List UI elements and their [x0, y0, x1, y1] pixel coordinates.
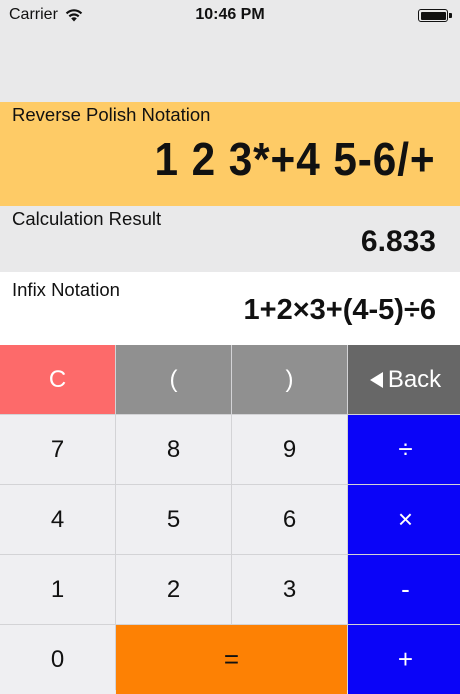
multiply-button[interactable]: × — [348, 485, 460, 554]
digit-5-button[interactable]: 5 — [116, 485, 231, 554]
digit-1-button[interactable]: 1 — [0, 555, 115, 624]
digit-8-button[interactable]: 8 — [116, 415, 231, 484]
rpn-panel: Reverse Polish Notation 1 2 3*+4 5-6/+ — [0, 102, 460, 206]
clear-button[interactable]: C — [0, 345, 115, 414]
minus-button[interactable]: - — [348, 555, 460, 624]
rpn-label: Reverse Polish Notation — [12, 104, 211, 125]
infix-label: Infix Notation — [12, 279, 120, 300]
header-spacer — [0, 32, 460, 102]
digit-4-button[interactable]: 4 — [0, 485, 115, 554]
digit-0-button[interactable]: 0 — [0, 625, 115, 694]
digit-9-button[interactable]: 9 — [232, 415, 347, 484]
status-bar: Carrier 10:46 PM — [0, 0, 460, 32]
digit-3-button[interactable]: 3 — [232, 555, 347, 624]
plus-button[interactable]: + — [348, 625, 460, 694]
status-time: 10:46 PM — [195, 6, 265, 23]
digit-2-button[interactable]: 2 — [116, 555, 231, 624]
keypad: C ( ) Back 7 8 9 ÷ 4 5 6 × 1 2 3 - 0 = + — [0, 345, 460, 694]
result-label: Calculation Result — [12, 208, 162, 229]
open-paren-button[interactable]: ( — [116, 345, 231, 414]
result-panel: Calculation Result 6.833 — [0, 206, 460, 272]
battery-icon — [418, 9, 452, 22]
back-button[interactable]: Back — [348, 345, 460, 414]
digit-6-button[interactable]: 6 — [232, 485, 347, 554]
divide-button[interactable]: ÷ — [348, 415, 460, 484]
infix-panel: Infix Notation 1+2×3+(4-5)÷6 — [0, 272, 460, 345]
back-label: Back — [387, 365, 442, 393]
result-value: 6.833 — [360, 225, 436, 258]
infix-value: 1+2×3+(4-5)÷6 — [243, 294, 436, 326]
digit-7-button[interactable]: 7 — [0, 415, 115, 484]
left-triangle-icon — [369, 371, 383, 388]
close-paren-button[interactable]: ) — [232, 345, 347, 414]
equals-button[interactable]: = — [116, 625, 347, 694]
rpn-value: 1 2 3*+4 5-6/+ — [154, 133, 436, 185]
